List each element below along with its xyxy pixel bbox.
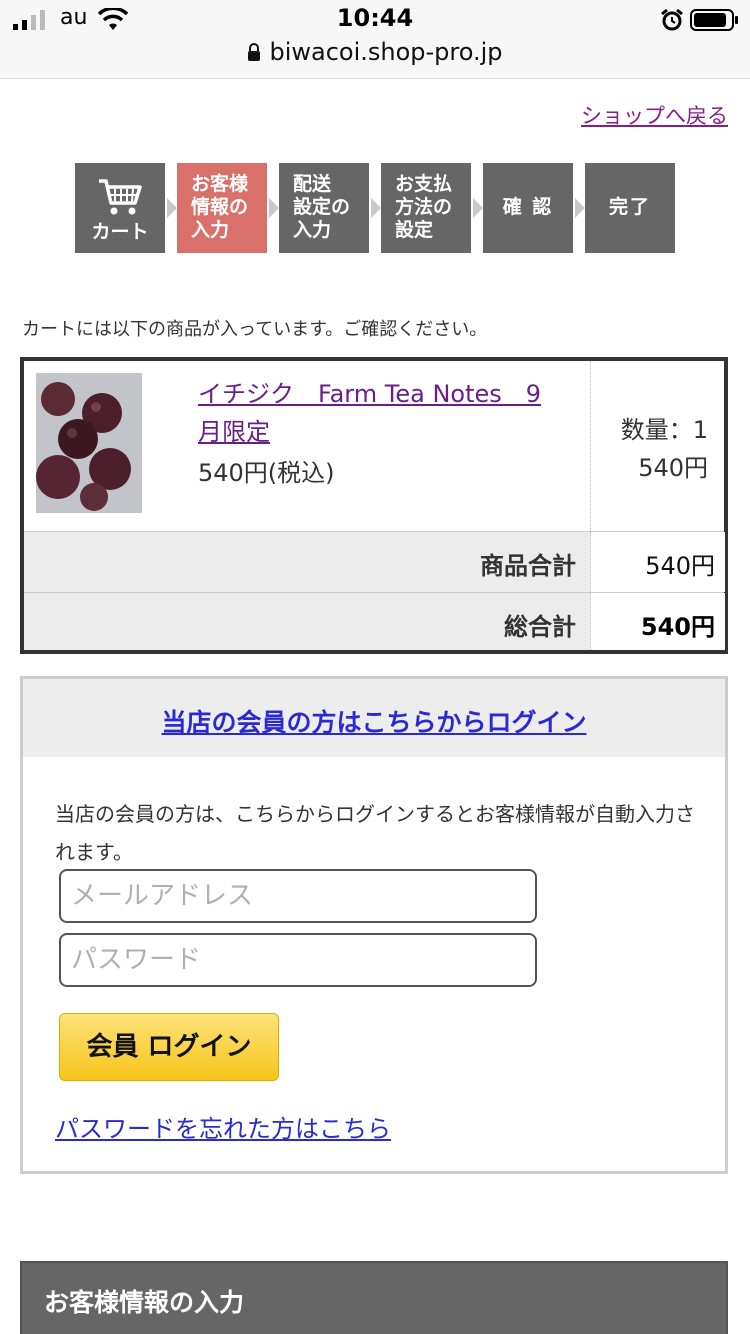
customer-info-section-header: お客様情報の入力 [20, 1261, 728, 1334]
back-to-shop-link[interactable]: ショップへ戻る [581, 100, 728, 130]
step-customer-info: お客様 情報の 入力 [177, 163, 267, 253]
step-arrow-icon [371, 198, 381, 218]
step-arrow-icon [575, 198, 585, 218]
login-heading-link[interactable]: 当店の会員の方はこちらからログイン [161, 703, 586, 739]
product-name-line: 月限定 [198, 418, 270, 446]
product-price: 540円(税込) [198, 459, 335, 487]
step-complete: 完了 [585, 163, 675, 253]
step-label-line: お客様 [191, 173, 249, 195]
step-arrow-icon [473, 198, 483, 218]
email-field[interactable] [59, 869, 537, 923]
url-text: biwacoi.shop-pro.jp [269, 38, 503, 66]
product-total-cell: 540円 [590, 532, 725, 592]
grand-total-cell: 540円 [590, 593, 725, 650]
login-description: 当店の会員の方は、こちらからログインするとお客様情報が自動入力されます。 [55, 802, 695, 864]
step-payment: お支払 方法の 設定 [381, 163, 471, 253]
step-label-line: お支払 [395, 173, 453, 195]
step-label: 完了 [608, 196, 651, 218]
step-label: 確 認 [502, 196, 554, 218]
url-bar[interactable]: biwacoi.shop-pro.jp [0, 38, 750, 66]
step-cart: カート [75, 163, 165, 253]
product-name-link[interactable]: イチジク Farm Tea Notes 9 月限定 [198, 375, 598, 451]
step-confirm: 確 認 [483, 163, 573, 253]
step-label-line: 設定 [395, 219, 434, 241]
product-total-row: 商品合計 540円 [24, 532, 725, 593]
cart-intro-text: カートには以下の商品が入っています。ご確認ください。 [22, 319, 488, 340]
step-label: カート [91, 221, 149, 243]
step-label-line: 設定の [293, 196, 351, 218]
step-label-line: 入力 [293, 219, 332, 241]
grand-total-value: 540円 [640, 613, 715, 641]
step-arrow-icon [269, 198, 279, 218]
grand-total-label: 総合計 [504, 613, 576, 641]
battery-icon [690, 9, 738, 31]
status-bar: au 10:44 biwacoi.shop-pro.jp [0, 0, 750, 79]
step-shipping: 配送 設定の 入力 [279, 163, 369, 253]
member-login-button[interactable]: 会員 ログイン [59, 1013, 279, 1081]
step-label-line: 方法の [395, 196, 453, 218]
cart-item-row: イチジク Farm Tea Notes 9 月限定 540円(税込) 数量：1 … [24, 361, 724, 532]
product-name-line: イチジク Farm Tea Notes 9 [198, 380, 542, 408]
cart-icon [99, 179, 142, 215]
member-login-box: 当店の会員の方はこちらからログイン 当店の会員の方は、こちらからログインするとお… [20, 676, 728, 1174]
password-field[interactable] [59, 933, 537, 987]
login-header: 当店の会員の方はこちらからログイン [23, 679, 725, 757]
step-label-line: 配送 [293, 173, 332, 195]
clock: 10:44 [336, 4, 414, 32]
quantity-cell: 数量：1 540円 [590, 411, 708, 487]
step-label-line: 入力 [191, 219, 230, 241]
grand-total-row: 総合計 540円 [24, 593, 725, 650]
cart-table: イチジク Farm Tea Notes 9 月限定 540円(税込) 数量：1 … [20, 357, 728, 654]
forgot-password-link[interactable]: パスワードを忘れた方はこちら [55, 1109, 391, 1144]
product-thumbnail[interactable] [36, 373, 142, 513]
product-total-label: 商品合計 [480, 552, 576, 580]
section-title: お客様情報の入力 [44, 1288, 245, 1317]
product-total-value: 540円 [645, 552, 715, 580]
item-subtotal: 540円 [638, 454, 708, 482]
lock-icon [248, 43, 261, 61]
quantity-text: 数量：1 [620, 416, 708, 444]
alarm-icon [661, 8, 683, 31]
step-label-line: 情報の [191, 196, 249, 218]
step-arrow-icon [167, 198, 177, 218]
